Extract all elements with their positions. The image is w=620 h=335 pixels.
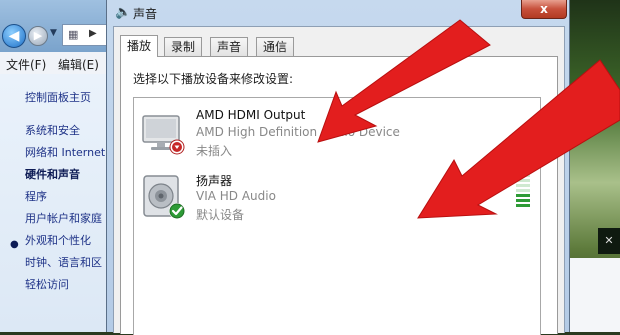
- device-status: 未插入: [196, 144, 233, 158]
- history-dropdown-icon[interactable]: ▼: [50, 28, 57, 38]
- nav-ease-of-access[interactable]: 轻松访问: [25, 276, 69, 292]
- control-panel-window: ◀ ▶ ▼ ▦ ▶ 文件(F) 编辑(E) 控制面板主页 系统和安全 网络和 I…: [0, 0, 112, 332]
- speaker-icon: 🔈: [115, 5, 132, 20]
- close-button[interactable]: x: [521, 0, 567, 19]
- forward-button[interactable]: ▶: [28, 26, 48, 46]
- nav-network-internet[interactable]: 网络和 Internet: [25, 144, 105, 160]
- device-item-speakers[interactable]: 扬声器 VIA HD Audio 默认设备: [134, 168, 540, 238]
- active-bullet-icon: ●: [10, 239, 19, 250]
- monitor-icon: [142, 115, 185, 155]
- unplugged-badge: [169, 139, 185, 155]
- dialog-title: 声音: [133, 7, 158, 21]
- tab-playback[interactable]: 播放: [120, 35, 159, 57]
- level-bar: [516, 199, 530, 202]
- tab-recording[interactable]: 录制: [164, 37, 203, 56]
- device-status: 默认设备: [196, 208, 245, 222]
- nav-system-security[interactable]: 系统和安全: [25, 122, 80, 138]
- device-name: 扬声器: [196, 174, 233, 188]
- nav-control-panel-home[interactable]: 控制面板主页: [25, 89, 91, 105]
- device-name: AMD HDMI Output: [196, 108, 306, 122]
- control-panel-sidebar: 控制面板主页 系统和安全 网络和 Internet ● 硬件和声音 程序 用户帐…: [0, 74, 110, 332]
- nav-appearance[interactable]: 外观和个性化: [25, 232, 91, 248]
- nav-hardware-sound[interactable]: 硬件和声音: [25, 166, 80, 182]
- level-bar: [516, 179, 530, 182]
- instruction-text: 选择以下播放设备来修改设置:: [133, 72, 294, 86]
- device-description: VIA HD Audio: [196, 189, 276, 203]
- control-panel-icon: ▦: [68, 28, 79, 41]
- back-button[interactable]: ◀: [2, 24, 26, 48]
- playback-panel: 选择以下播放设备来修改设置: AMD HDMI Output AMD High …: [120, 56, 558, 335]
- menu-bar: 文件(F) 编辑(E): [0, 52, 110, 75]
- tab-sounds[interactable]: 声音: [210, 37, 249, 56]
- level-bar: [516, 204, 530, 207]
- level-bar: [516, 194, 530, 197]
- nav-clock-language[interactable]: 时钟、语言和区: [25, 254, 102, 270]
- sound-dialog: 🔈 声音 x 播放 录制 声音 通信 选择以下播放设备来修改设置: AMD HD…: [106, 0, 570, 335]
- menu-file[interactable]: 文件(F): [6, 56, 46, 73]
- menu-edit[interactable]: 编辑(E): [58, 56, 99, 73]
- device-item-hdmi[interactable]: AMD HDMI Output AMD High Definition Audi…: [134, 104, 540, 174]
- close-icon[interactable]: ✕: [598, 228, 620, 254]
- device-description: AMD High Definition Audio Device: [196, 125, 400, 139]
- nav-programs[interactable]: 程序: [25, 188, 47, 204]
- address-bar[interactable]: ▦ ▶: [62, 24, 112, 46]
- nav-user-accounts[interactable]: 用户帐户和家庭: [25, 210, 102, 226]
- breadcrumb-arrow-icon[interactable]: ▶: [89, 28, 97, 39]
- level-bar: [516, 169, 530, 172]
- level-bar: [516, 184, 530, 187]
- control-panel-toolbar: ◀ ▶ ▼ ▦ ▶: [0, 0, 112, 52]
- background-window-edge: [568, 258, 620, 332]
- volume-level-meter: [516, 169, 530, 207]
- dialog-body: 播放 录制 声音 通信 选择以下播放设备来修改设置: AMD HDMI Outp…: [113, 26, 565, 335]
- tab-communications[interactable]: 通信: [256, 37, 295, 56]
- level-bar: [516, 174, 530, 177]
- device-list: AMD HDMI Output AMD High Definition Audi…: [133, 97, 541, 335]
- level-bar: [516, 189, 530, 192]
- default-check-badge: [169, 203, 185, 219]
- speaker-icon: [143, 175, 185, 219]
